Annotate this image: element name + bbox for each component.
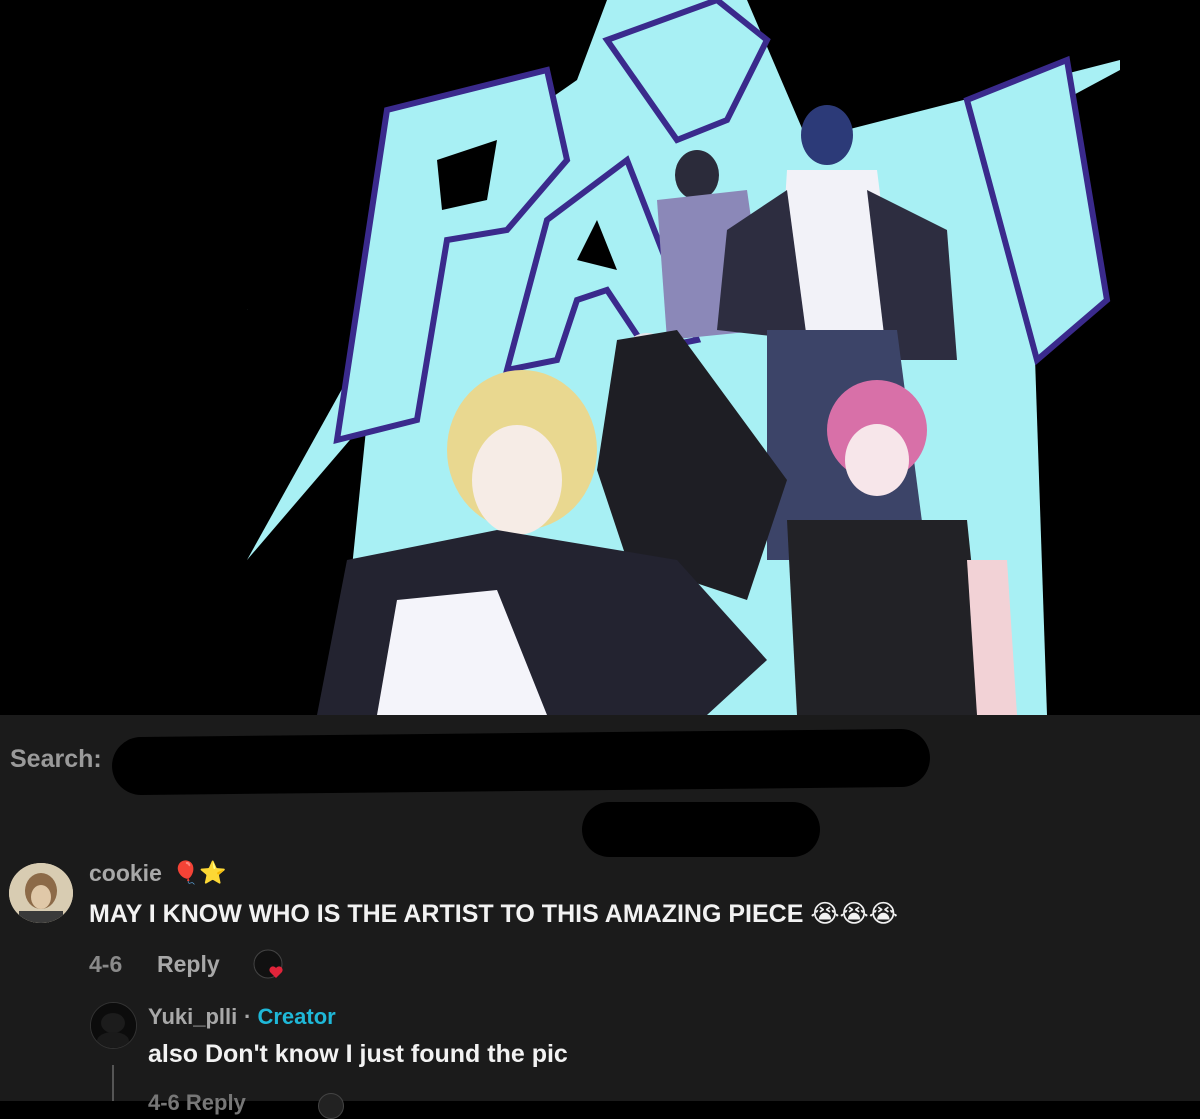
creator-label: Creator xyxy=(257,1004,336,1029)
search-row: Search: xyxy=(10,745,102,774)
avatar[interactable] xyxy=(9,863,73,923)
comment-text: MAY I KNOW WHO IS THE ARTIST TO THIS AMA… xyxy=(89,900,898,928)
user-badges: 🎈⭐ xyxy=(172,860,227,885)
comment-username[interactable]: cookie xyxy=(89,860,162,887)
comments-panel: Search: cookie 🎈⭐ MAY I KNOW WHO IS THE … xyxy=(0,715,1200,1119)
creator-tag: · Creator xyxy=(244,1004,336,1030)
comment-text: also Don't know I just found the pic xyxy=(148,1040,568,1068)
avatar[interactable] xyxy=(90,1002,137,1049)
comment-meta-partial: 4-6 Reply xyxy=(148,1090,246,1115)
comment-date: 4-6 xyxy=(89,951,123,977)
anime-artwork-image xyxy=(247,0,1120,715)
separator-dot: · xyxy=(244,1004,252,1029)
redaction-bar xyxy=(582,802,820,857)
creator-liked-icon xyxy=(318,1093,344,1119)
comment-username[interactable]: Yuki_plli xyxy=(148,1004,237,1030)
redaction-bar xyxy=(111,728,931,796)
creator-liked-icon xyxy=(252,948,288,984)
thread-connector xyxy=(112,1065,114,1101)
search-label: Search: xyxy=(10,745,102,773)
reply-button[interactable]: Reply xyxy=(157,951,220,978)
